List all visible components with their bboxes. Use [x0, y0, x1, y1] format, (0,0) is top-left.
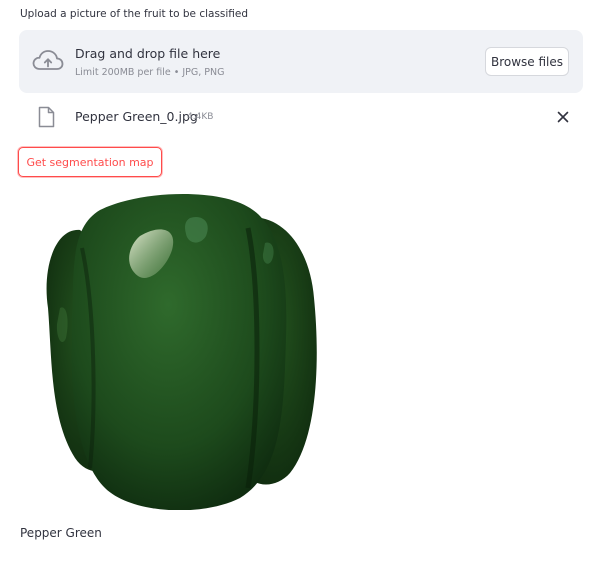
classification-result: Pepper Green [20, 526, 102, 540]
get-segmentation-map-button[interactable]: Get segmentation map [18, 147, 162, 177]
remove-file-button[interactable] [552, 106, 574, 128]
file-icon [38, 106, 55, 128]
fruit-image [46, 193, 317, 510]
uploaded-file-name: Pepper Green_0.jpg [75, 109, 198, 124]
uploaded-file-row: Pepper Green_0.jpg 4.4KB [19, 103, 583, 131]
uploader-label: Upload a picture of the fruit to be clas… [20, 8, 249, 20]
cloud-upload-icon [32, 50, 64, 70]
dropzone-limit-text: Limit 200MB per file • JPG, PNG [75, 67, 225, 78]
uploaded-file-size: 4.4KB [187, 112, 214, 122]
close-icon [557, 111, 569, 123]
dropzone-title: Drag and drop file here [75, 46, 221, 61]
browse-files-button[interactable]: Browse files [485, 47, 569, 76]
file-dropzone[interactable]: Drag and drop file here Limit 200MB per … [19, 30, 583, 93]
